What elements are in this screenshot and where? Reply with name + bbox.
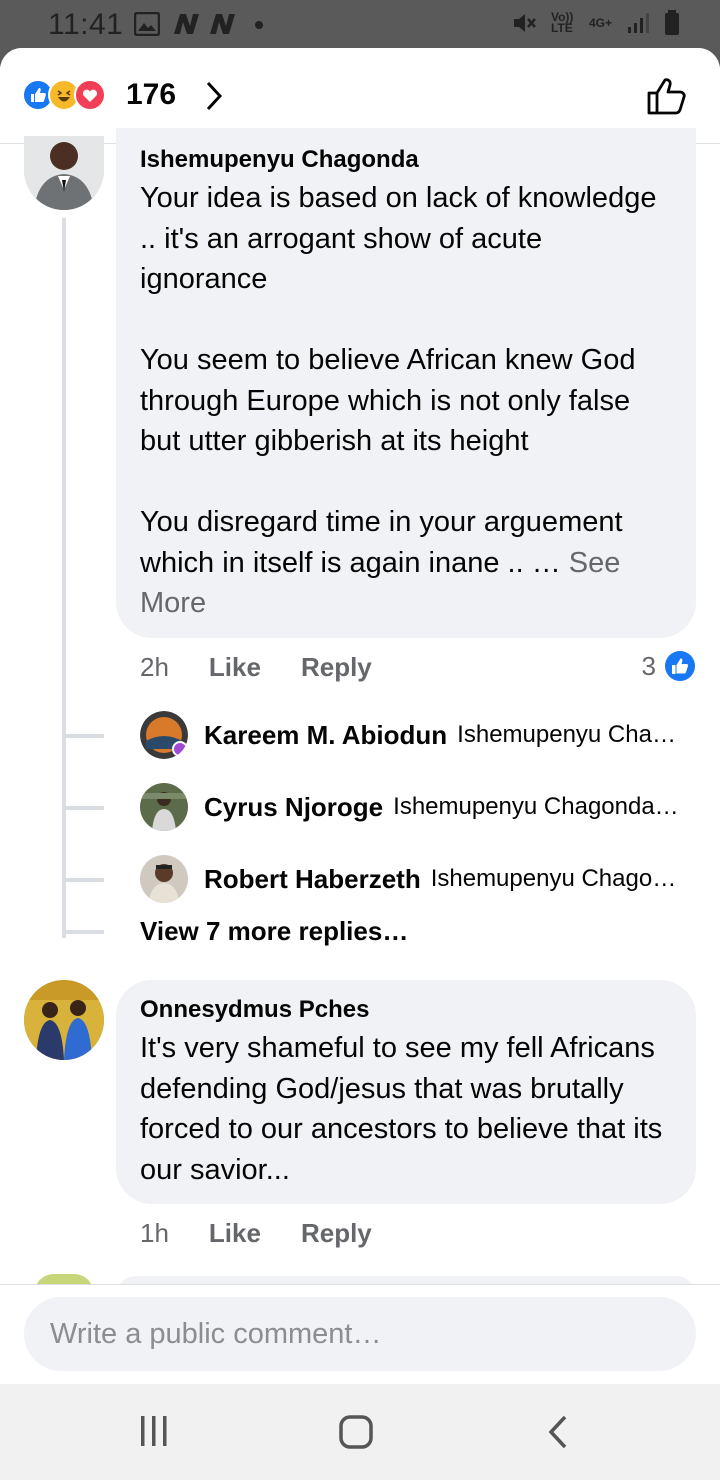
reply-button[interactable]: Reply <box>301 1218 372 1249</box>
reply-author[interactable]: Cyrus Njoroge <box>204 792 383 823</box>
network-label: Vo)) LTE <box>550 10 574 35</box>
back-icon[interactable] <box>546 1414 570 1450</box>
reply-item[interactable]: Kareem M. Abiodun Ishemupenyu Cha… <box>140 710 700 760</box>
n-app-icon <box>210 14 235 34</box>
comment-time: 1h <box>140 1218 169 1248</box>
reply-item[interactable]: Cyrus Njoroge Ishemupenyu Chagonda… <box>140 782 700 832</box>
comment-text: It's very shameful to see my fell Africa… <box>140 1032 663 1186</box>
like-post-button[interactable] <box>646 76 690 116</box>
gallery-icon <box>134 12 160 36</box>
comment-author[interactable]: Ishemupenyu Chagonda <box>140 146 672 174</box>
n-app-icon <box>174 14 199 34</box>
like-count: 3 <box>641 650 656 681</box>
comment-actions: 1h Like Reply <box>140 1218 412 1249</box>
reply-snippet: Ishemupenyu Chago… <box>430 865 677 892</box>
thread-branch <box>62 878 104 882</box>
thread-branch <box>62 930 104 934</box>
avatar[interactable] <box>24 136 104 210</box>
reply-avatar[interactable] <box>140 711 188 759</box>
avatar[interactable] <box>24 980 104 1060</box>
comment-input-wrapper[interactable] <box>24 1297 696 1371</box>
system-nav-bar <box>0 1384 720 1480</box>
status-right: Vo)) LTE 4G+ <box>511 10 680 36</box>
thread-branch <box>62 734 104 738</box>
comment-actions: 2h Like Reply <box>140 652 412 683</box>
recent-apps-icon[interactable] <box>138 1414 170 1448</box>
home-icon[interactable] <box>338 1414 374 1450</box>
comment-time: 2h <box>140 652 169 682</box>
reply-item[interactable]: Robert Haberzeth Ishemupenyu Chago… <box>140 854 700 904</box>
reply-avatar[interactable] <box>140 783 188 831</box>
thread-branch <box>62 806 104 810</box>
comment-body: Your idea is based on lack of knowledge … <box>140 182 657 579</box>
like-button[interactable]: Like <box>209 1218 261 1249</box>
dot-icon <box>255 21 263 29</box>
mute-icon <box>513 14 536 32</box>
comment-composer <box>0 1284 720 1384</box>
comment-author[interactable]: Onnesydmus Pches <box>140 996 672 1024</box>
reaction-icons <box>22 79 106 111</box>
reply-author[interactable]: Kareem M. Abiodun <box>204 720 447 751</box>
comment-input[interactable] <box>50 1317 670 1351</box>
comment-text: Your idea is based on lack of knowledge … <box>140 178 672 624</box>
like-button[interactable]: Like <box>209 652 261 683</box>
reply-button[interactable]: Reply <box>301 652 372 683</box>
comment-bubble[interactable]: Ishemupenyu Chagonda Your idea is based … <box>116 128 696 638</box>
reply-snippet: Ishemupenyu Chagonda… <box>393 793 679 820</box>
reply-avatar[interactable] <box>140 855 188 903</box>
battery-icon <box>665 10 679 35</box>
like-badge-icon <box>665 651 695 681</box>
view-more-replies-link[interactable]: View 7 more replies… <box>140 916 408 947</box>
love-reaction-icon <box>74 79 106 111</box>
reaction-count[interactable]: 176 <box>126 78 176 112</box>
signal-icon <box>628 13 649 33</box>
comment-bubble[interactable]: Onnesydmus Pches It's very shameful to s… <box>116 980 696 1204</box>
comments-sheet: 176 Ishemupenyu Chagonda Your idea is ba… <box>0 48 720 1384</box>
reply-snippet: Ishemupenyu Cha… <box>457 721 676 748</box>
thread-line <box>62 218 66 938</box>
status-bar: 11:41 Vo)) LTE 4G+ <box>0 0 720 48</box>
reply-author[interactable]: Robert Haberzeth <box>204 864 421 895</box>
network-type: 4G+ <box>588 16 612 30</box>
comment-like-count[interactable]: 3 <box>642 650 696 682</box>
chevron-right-icon[interactable] <box>204 80 224 112</box>
status-time: 11:41 <box>48 8 124 41</box>
